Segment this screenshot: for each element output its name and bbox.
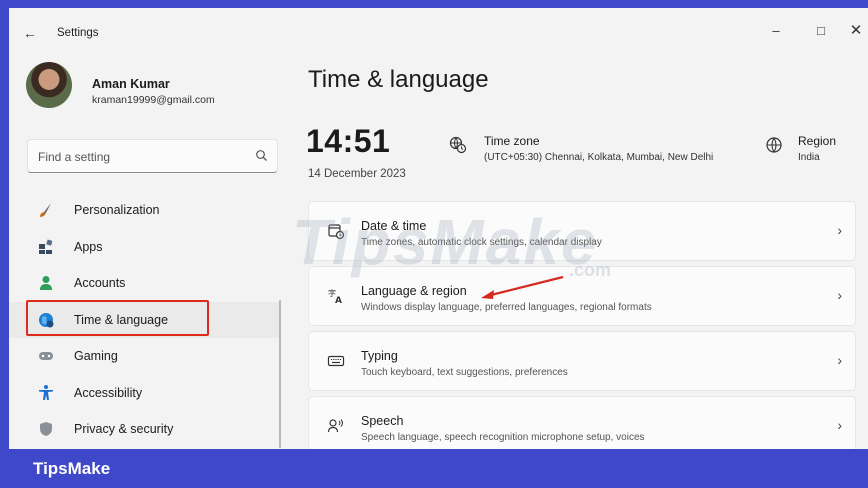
sidebar-item-label: Privacy & security — [74, 422, 174, 437]
page-title: Time & language — [308, 66, 489, 93]
globe-clock-icon — [35, 310, 57, 330]
sidebar-item-accounts[interactable]: Accounts — [9, 265, 281, 302]
sidebar-item-time-language[interactable]: Time & language — [9, 301, 281, 338]
brush-icon — [35, 200, 57, 220]
sidebar-item-gaming[interactable]: Gaming — [9, 338, 281, 375]
search-placeholder: Find a setting — [38, 150, 111, 164]
settings-card-list: Date & time Time zones, automatic clock … — [308, 201, 856, 449]
keyboard-icon — [325, 351, 347, 371]
sidebar-item-label: Accounts — [74, 276, 126, 291]
chevron-right-icon: › — [837, 352, 842, 368]
app-title: Settings — [57, 27, 99, 39]
card-typing[interactable]: Typing Touch keyboard, text suggestions,… — [308, 331, 856, 391]
sidebar-item-label: Apps — [74, 239, 103, 254]
card-subtitle: Speech language, speech recognition micr… — [361, 432, 645, 443]
card-title: Date & time — [361, 219, 427, 233]
chevron-right-icon: › — [837, 287, 842, 303]
globe-icon — [765, 136, 783, 159]
search-icon — [256, 150, 267, 161]
maximize-button[interactable]: □ — [806, 18, 836, 42]
settings-window: ← Settings – □ ✕ Aman Kumar kraman19999@… — [9, 8, 868, 449]
person-icon — [35, 273, 57, 293]
sidebar-item-label: Time & language — [74, 312, 169, 327]
minimize-button[interactable]: – — [761, 18, 791, 42]
chevron-right-icon: › — [837, 417, 842, 433]
profile-name: Aman Kumar — [92, 77, 170, 91]
current-time: 14:51 — [306, 123, 391, 159]
card-subtitle: Windows display language, preferred lang… — [361, 302, 652, 313]
sidebar-nav: Personalization Apps Accounts Time & lan… — [9, 192, 281, 448]
accessibility-icon — [35, 383, 57, 403]
calendar-clock-icon — [325, 221, 347, 241]
shield-icon — [35, 419, 57, 439]
card-title: Language & region — [361, 284, 467, 298]
title-bar: ← Settings – □ ✕ — [9, 8, 868, 52]
globe-clock-icon — [449, 136, 467, 159]
back-arrow-icon[interactable]: ← — [23, 25, 37, 41]
search-input[interactable]: Find a setting — [27, 139, 278, 173]
card-language-region[interactable]: 字A Language & region Windows display lan… — [308, 266, 856, 326]
card-date-time[interactable]: Date & time Time zones, automatic clock … — [308, 201, 856, 261]
sidebar-item-apps[interactable]: Apps — [9, 229, 281, 266]
sidebar-item-label: Gaming — [74, 349, 118, 364]
current-date: 14 December 2023 — [308, 168, 406, 180]
gamepad-icon — [35, 346, 57, 366]
chevron-right-icon: › — [837, 222, 842, 238]
svg-text:A: A — [335, 296, 342, 305]
apps-icon — [35, 237, 57, 257]
sidebar-scrollbar[interactable] — [279, 300, 281, 448]
footer-brand: TipsMake — [33, 459, 111, 478]
sidebar-item-label: Personalization — [74, 203, 160, 218]
timezone-value: (UTC+05:30) Chennai, Kolkata, Mumbai, Ne… — [484, 152, 714, 163]
language-icon: 字A — [325, 286, 347, 306]
card-title: Speech — [361, 414, 404, 428]
profile-email: kraman19999@gmail.com — [92, 94, 215, 106]
card-subtitle: Touch keyboard, text suggestions, prefer… — [361, 367, 568, 378]
close-button[interactable]: ✕ — [841, 18, 868, 42]
sidebar-item-personalization[interactable]: Personalization — [9, 192, 281, 229]
sidebar-item-privacy-security[interactable]: Privacy & security — [9, 411, 281, 448]
speech-icon — [325, 416, 347, 436]
sidebar-item-accessibility[interactable]: Accessibility — [9, 375, 281, 412]
card-subtitle: Time zones, automatic clock settings, ca… — [361, 237, 602, 248]
sidebar-item-label: Accessibility — [74, 385, 143, 400]
card-title: Typing — [361, 349, 398, 363]
avatar — [26, 62, 72, 108]
region-title: Region — [798, 134, 837, 148]
card-speech[interactable]: Speech Speech language, speech recogniti… — [308, 396, 856, 449]
timezone-title: Time zone — [484, 134, 540, 148]
region-value: India — [798, 152, 820, 163]
